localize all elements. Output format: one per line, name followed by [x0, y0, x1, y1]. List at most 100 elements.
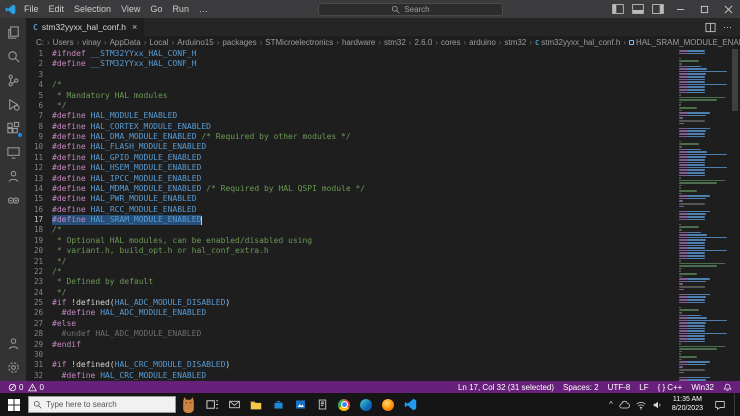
menu-run[interactable]: Run — [167, 4, 194, 14]
chrome-icon[interactable] — [333, 393, 355, 416]
vscode-taskbar-icon[interactable] — [399, 393, 421, 416]
toggle-primary-sidebar-icon[interactable] — [608, 4, 628, 14]
code-line-26[interactable]: 26 #define HAL_ADC_MODULE_ENABLED — [26, 308, 676, 318]
code-line-9[interactable]: 9#define HAL_DMA_MODULE_ENABLED /* Requi… — [26, 132, 676, 142]
breadcrumb-item[interactable]: Cstm32yyxx_hal_conf.h — [535, 38, 620, 47]
eol-status[interactable]: LF — [639, 383, 648, 392]
breadcrumb-item[interactable]: HAL_SRAM_MODULE_ENABLED — [629, 38, 740, 47]
photos-icon[interactable] — [289, 393, 311, 416]
firefox-icon[interactable] — [377, 393, 399, 416]
close-tab-icon[interactable]: × — [132, 22, 137, 32]
sidebar-item-explorer[interactable] — [0, 20, 26, 44]
breadcrumb-item[interactable]: Arduino15 — [177, 38, 213, 47]
menu-file[interactable]: File — [19, 4, 44, 14]
code-line-18[interactable]: 18/* — [26, 225, 676, 235]
code-line-21[interactable]: 21 */ — [26, 257, 676, 267]
breadcrumb-item[interactable]: AppData — [110, 38, 141, 47]
sidebar-item-live-share[interactable] — [0, 164, 26, 188]
volume-icon[interactable] — [652, 399, 664, 411]
code-line-27[interactable]: 27#else — [26, 319, 676, 329]
code-line-13[interactable]: 13#define HAL_IPCC_MODULE_ENABLED — [26, 174, 676, 184]
code-line-23[interactable]: 23 * Defined by default — [26, 277, 676, 287]
mail-icon[interactable] — [223, 393, 245, 416]
code-line-24[interactable]: 24 */ — [26, 288, 676, 298]
breadcrumb-item[interactable]: STMicroelectronics — [265, 38, 333, 47]
code-line-14[interactable]: 14#define HAL_MDMA_MODULE_ENABLED /* Req… — [26, 184, 676, 194]
cpp-configuration-status[interactable]: Win32 — [691, 383, 714, 392]
editor-scrollbar[interactable] — [730, 49, 740, 381]
start-button[interactable] — [0, 393, 28, 416]
breadcrumb-item[interactable]: Users — [53, 38, 74, 47]
scrollbar-thumb[interactable] — [732, 49, 738, 111]
taskbar-clock[interactable]: 11:35 AM 8/20/2023 — [669, 396, 706, 414]
breadcrumb-item[interactable]: C: — [36, 38, 44, 47]
code-line-20[interactable]: 20 * variant.h, build_opt.h or hal_conf_… — [26, 246, 676, 256]
code-line-19[interactable]: 19 * Optional HAL modules, can be enable… — [26, 236, 676, 246]
sidebar-item-source-control[interactable] — [0, 68, 26, 92]
settings-gear-icon[interactable] — [0, 355, 26, 379]
code-line-7[interactable]: 7#define HAL_MODULE_ENABLED — [26, 111, 676, 121]
onedrive-cloud-icon[interactable] — [618, 399, 630, 411]
maximize-button[interactable] — [692, 0, 716, 18]
breadcrumb-item[interactable]: cores — [441, 38, 461, 47]
sidebar-item-remote-explorer[interactable] — [0, 140, 26, 164]
breadcrumb-item[interactable]: stm32 — [384, 38, 406, 47]
wifi-icon[interactable] — [635, 399, 647, 411]
code-line-12[interactable]: 12#define HAL_HSEM_MODULE_ENABLED — [26, 163, 676, 173]
task-view-icon[interactable] — [201, 393, 223, 416]
minimap[interactable] — [676, 49, 730, 381]
code-line-25[interactable]: 25#if !defined(HAL_ADC_MODULE_DISABLED) — [26, 298, 676, 308]
notepad-icon[interactable] — [311, 393, 333, 416]
notifications-bell-icon[interactable] — [723, 383, 732, 392]
code-line-22[interactable]: 22/* — [26, 267, 676, 277]
code-line-10[interactable]: 10#define HAL_FLASH_MODULE_ENABLED — [26, 142, 676, 152]
code-line-3[interactable]: 3 — [26, 70, 676, 80]
hidden-icons-chevron[interactable]: ^ — [609, 400, 613, 409]
code-line-15[interactable]: 15#define HAL_PWR_MODULE_ENABLED — [26, 194, 676, 204]
minimize-button[interactable] — [668, 0, 692, 18]
show-desktop-button[interactable] — [734, 393, 738, 416]
code-line-17[interactable]: 17#define HAL_SRAM_MODULE_ENABLED — [26, 215, 676, 225]
menu-selection[interactable]: Selection — [69, 4, 116, 14]
sidebar-item-extensions[interactable] — [0, 116, 26, 140]
language-status[interactable]: { } C++ — [658, 383, 683, 392]
taskbar-search-input[interactable]: Type here to search — [28, 396, 176, 413]
code-line-5[interactable]: 5 * Mandatory HAL modules — [26, 91, 676, 101]
tab-stm32yyxx-hal-conf[interactable]: C stm32yyxx_hal_conf.h × — [26, 18, 144, 36]
breadcrumb-item[interactable]: Local — [149, 38, 168, 47]
split-editor-icon[interactable] — [705, 22, 716, 33]
sidebar-item-search[interactable] — [0, 44, 26, 68]
edge-icon[interactable] — [355, 393, 377, 416]
encoding-status[interactable]: UTF-8 — [608, 383, 631, 392]
sidebar-item-run-and-debug[interactable] — [0, 92, 26, 116]
breadcrumb-item[interactable]: vinay — [82, 38, 101, 47]
store-icon[interactable] — [267, 393, 289, 416]
code-line-28[interactable]: 28 #undef HAL_ADC_MODULE_ENABLED — [26, 329, 676, 339]
code-line-31[interactable]: 31#if !defined(HAL_CRC_MODULE_DISABLED) — [26, 360, 676, 370]
breadcrumb-item[interactable]: packages — [222, 38, 256, 47]
code-line-4[interactable]: 4/* — [26, 80, 676, 90]
menu-view[interactable]: View — [116, 4, 145, 14]
problems-status[interactable]: 0 0 — [8, 383, 44, 392]
action-center-icon[interactable] — [711, 399, 729, 411]
toggle-panel-icon[interactable] — [628, 4, 648, 14]
code-line-30[interactable]: 30 — [26, 350, 676, 360]
file-explorer-icon[interactable] — [245, 393, 267, 416]
code-line-16[interactable]: 16#define HAL_RCC_MODULE_ENABLED — [26, 205, 676, 215]
menu-go[interactable]: Go — [145, 4, 167, 14]
sidebar-item-arduino[interactable] — [0, 188, 26, 212]
code-line-32[interactable]: 32 #define HAL_CRC_MODULE_ENABLED — [26, 371, 676, 381]
code-line-1[interactable]: 1#ifndef __STM32YYxx_HAL_CONF_H — [26, 49, 676, 59]
indentation-status[interactable]: Spaces: 2 — [563, 383, 599, 392]
toggle-secondary-sidebar-icon[interactable] — [648, 4, 668, 14]
menu-more[interactable]: … — [194, 4, 213, 14]
breadcrumb-item[interactable]: 2.6.0 — [414, 38, 432, 47]
more-actions-icon[interactable]: ⋯ — [723, 22, 732, 33]
command-center-search[interactable]: Search — [318, 3, 503, 16]
breadcrumb-item[interactable]: hardware — [342, 38, 375, 47]
code-line-6[interactable]: 6 */ — [26, 101, 676, 111]
code-line-2[interactable]: 2#define __STM32YYxx_HAL_CONF_H — [26, 59, 676, 69]
breadcrumb-item[interactable]: stm32 — [505, 38, 527, 47]
breadcrumb-item[interactable]: arduino — [469, 38, 496, 47]
code-line-29[interactable]: 29#endif — [26, 340, 676, 350]
